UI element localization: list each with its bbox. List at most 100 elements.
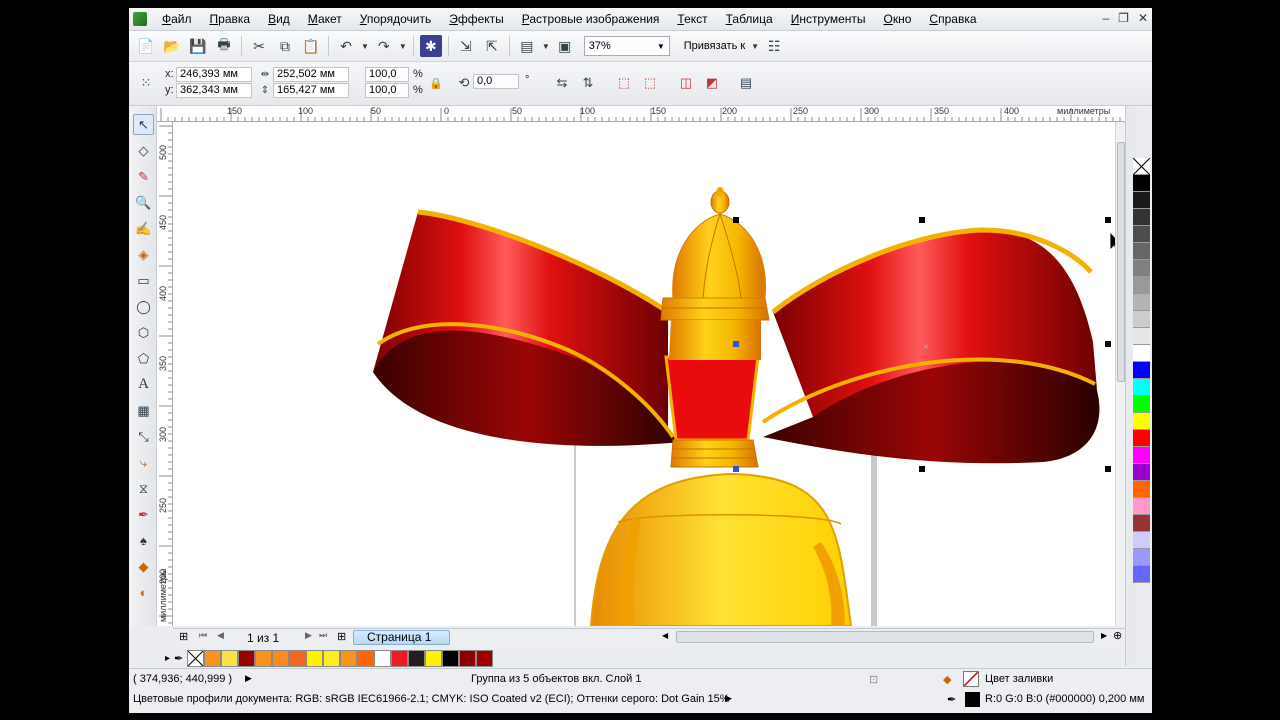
undo-icon[interactable]: ↶ (335, 35, 357, 57)
eyedropper-icon[interactable]: ✒ (133, 504, 154, 525)
top-collar-lower[interactable] (669, 320, 761, 360)
document-color-swatch[interactable] (204, 649, 222, 667)
redo-dropdown-icon[interactable]: ▼ (399, 42, 407, 51)
pick-tool-icon[interactable]: ↖ (133, 114, 154, 135)
blend-tool-icon[interactable]: ⧖ (133, 478, 154, 499)
document-color-swatch[interactable] (306, 649, 324, 667)
status-arrow-icon[interactable]: ▶ (245, 673, 252, 684)
vertical-scroll-thumb[interactable] (1117, 142, 1125, 382)
launcher-dropdown-icon[interactable]: ▼ (542, 42, 550, 51)
palette-swatch[interactable] (1133, 328, 1150, 345)
menu-tools[interactable]: Инструменты (782, 8, 875, 31)
menu-layout[interactable]: Макет (299, 8, 351, 31)
document-color-swatch[interactable] (255, 649, 273, 667)
reference-point-icon[interactable]: ⁙ (137, 74, 155, 92)
palette-swatch[interactable] (1133, 294, 1150, 311)
palette-swatch[interactable] (1133, 396, 1150, 413)
palette-swatch[interactable] (1133, 430, 1150, 447)
palette-swatch[interactable] (1133, 192, 1150, 209)
interactive-fill-icon[interactable]: ◐ (133, 582, 154, 603)
palette-swatch[interactable] (1133, 447, 1150, 464)
palette-swatch[interactable] (1133, 209, 1150, 226)
palette-swatch[interactable] (1133, 362, 1150, 379)
top-collar[interactable] (660, 297, 770, 321)
import-icon[interactable]: ⇲ (455, 35, 477, 57)
document-color-swatch[interactable] (272, 649, 290, 667)
search-content-icon[interactable]: ✱ (419, 35, 442, 57)
vertical-scrollbar[interactable] (1115, 122, 1125, 626)
palette-swatch[interactable] (1133, 566, 1150, 583)
menu-table[interactable]: Таблица (717, 8, 782, 31)
document-color-swatch[interactable] (340, 649, 358, 667)
document-color-swatch[interactable] (289, 649, 307, 667)
text-tool-icon[interactable]: A (133, 374, 154, 395)
palette-swatch[interactable] (1133, 311, 1150, 328)
copy-icon[interactable]: ⧉ (274, 35, 296, 57)
snap-dropdown-icon[interactable]: ▼ (751, 42, 759, 51)
rotation-angle-field[interactable]: 0,0 (473, 74, 519, 89)
palette-swatch[interactable] (1133, 226, 1150, 243)
first-page-icon[interactable]: ⏮ (199, 630, 207, 641)
node-handle[interactable] (733, 466, 739, 472)
smart-fill-icon[interactable]: ◈ (133, 244, 154, 265)
document-color-swatch[interactable] (357, 649, 375, 667)
palette-menu-icon[interactable]: ▸ (165, 653, 170, 664)
open-folder-icon[interactable]: 📂 (161, 35, 183, 57)
drawing-canvas[interactable]: × (173, 122, 1115, 626)
palette-swatch[interactable] (1133, 379, 1150, 396)
zoom-level-select[interactable]: 37% ▼ (583, 36, 670, 56)
menu-bitmaps[interactable]: Растровые изображения (513, 8, 669, 31)
palette-swatch[interactable] (1133, 243, 1150, 260)
rectangle-tool-icon[interactable]: ▭ (133, 270, 154, 291)
smudge-brush-icon[interactable]: ✎ (133, 166, 154, 187)
horizontal-scrollbar[interactable] (676, 631, 1094, 643)
document-color-swatch[interactable] (238, 649, 256, 667)
no-color-swatch[interactable] (187, 649, 205, 667)
close-icon[interactable]: ✕ (1138, 11, 1148, 25)
palette-swatch[interactable] (1133, 464, 1150, 481)
parallel-dimension-icon[interactable]: ⤡ (133, 426, 154, 447)
menu-arrange[interactable]: Упорядочить (351, 8, 440, 31)
shape-tool-icon[interactable]: ◇ (133, 140, 154, 161)
redo-icon[interactable]: ↷ (373, 35, 395, 57)
no-color-swatch[interactable] (1132, 157, 1151, 176)
export-icon[interactable]: ⇱ (481, 35, 503, 57)
document-color-swatch[interactable] (323, 649, 341, 667)
menu-file[interactable]: Файл (153, 8, 201, 31)
profiles-arrow-icon[interactable]: ▶ (725, 693, 732, 704)
cut-icon[interactable]: ✂ (248, 35, 270, 57)
document-color-swatch[interactable] (442, 649, 460, 667)
new-document-icon[interactable]: 📄 (135, 35, 157, 57)
document-color-swatch[interactable] (459, 649, 477, 667)
width-field[interactable]: 252,502 мм (273, 67, 349, 82)
menu-effects[interactable]: Эффекты (440, 8, 513, 31)
next-page-icon[interactable]: ▶ (305, 630, 312, 641)
group-icon[interactable]: ⬚ (615, 74, 633, 92)
palette-swatch[interactable] (1133, 175, 1150, 192)
mirror-horizontal-icon[interactable]: ⇆ (553, 74, 571, 92)
polygon-tool-icon[interactable]: ⬡ (133, 322, 154, 343)
ungroup-icon[interactable]: ⬚ (641, 74, 659, 92)
last-page-icon[interactable]: ⏭ (319, 630, 327, 641)
palette-swatch[interactable] (1133, 277, 1150, 294)
palette-swatch[interactable] (1133, 345, 1150, 362)
scale-x-field[interactable]: 100,0 (365, 67, 409, 82)
scroll-left-icon[interactable]: ◀ (662, 631, 668, 640)
freehand-tool-icon[interactable]: ✍ (133, 218, 154, 239)
document-color-swatch[interactable] (391, 649, 409, 667)
print-icon[interactable]: 🖶 (213, 35, 235, 57)
palette-swatch[interactable] (1133, 549, 1150, 566)
palette-swatch[interactable] (1133, 481, 1150, 498)
document-color-swatch[interactable] (425, 649, 443, 667)
menu-help[interactable]: Справка (920, 8, 985, 31)
lock-ratio-icon[interactable]: 🔒 (427, 74, 445, 92)
menu-view[interactable]: Вид (259, 8, 299, 31)
palette-swatch[interactable] (1133, 498, 1150, 515)
application-launcher-icon[interactable]: ▤ (516, 35, 538, 57)
mirror-vertical-icon[interactable]: ⇅ (579, 74, 597, 92)
horizontal-ruler[interactable]: 150 100 50 0 50 100 150 200 250 300 350 … (157, 106, 1125, 122)
document-color-swatch[interactable] (374, 649, 392, 667)
page-tab[interactable]: Страница 1 (353, 630, 450, 645)
zoom-tool-icon[interactable]: 🔍 (133, 192, 154, 213)
menu-text[interactable]: Текст (668, 8, 716, 31)
